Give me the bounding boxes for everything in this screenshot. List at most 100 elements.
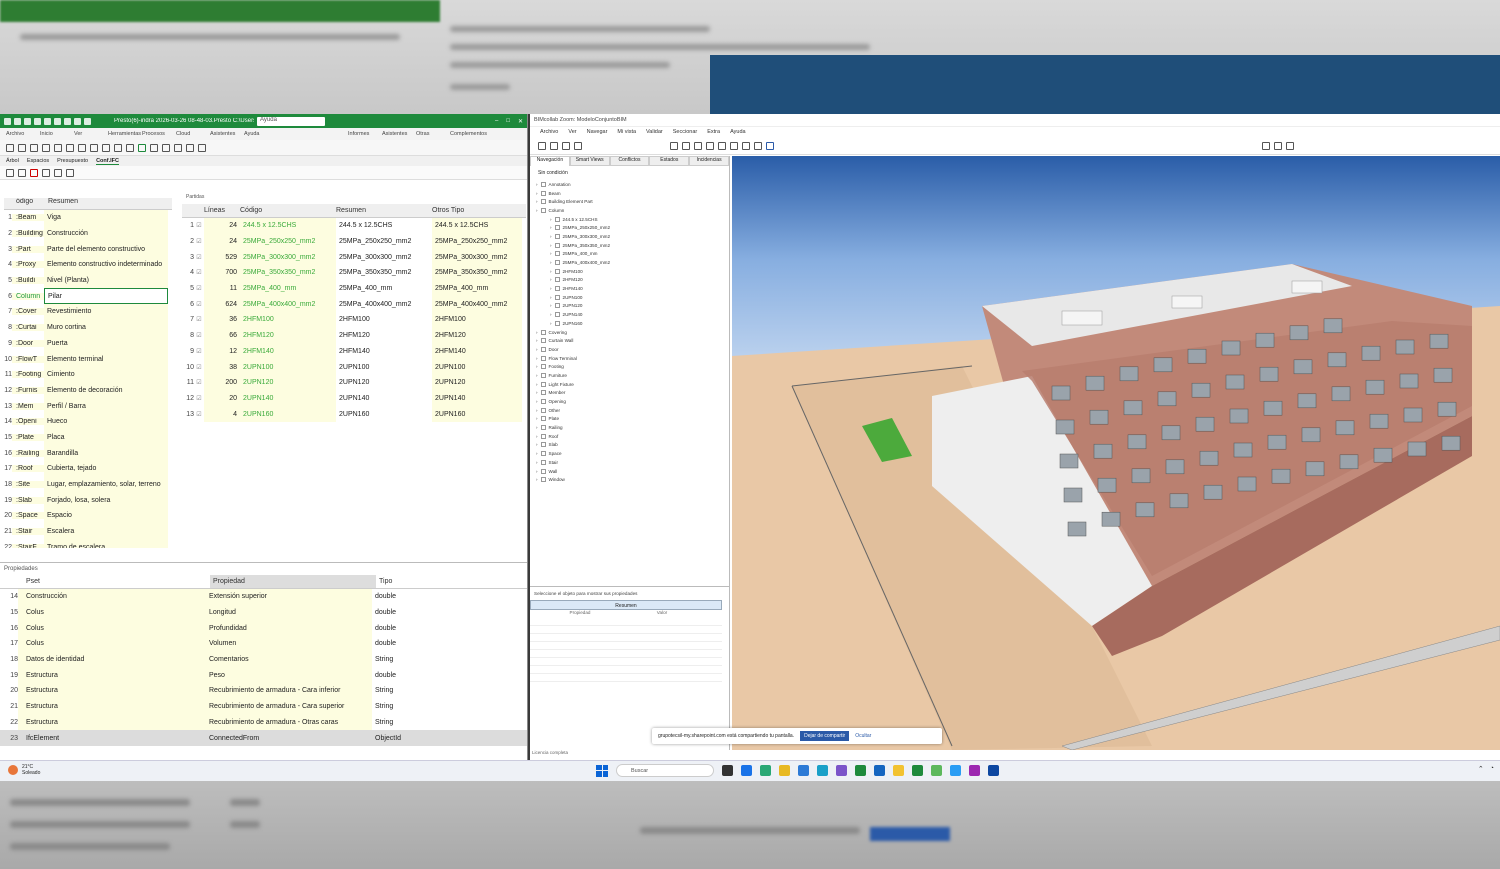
visibility-checkbox[interactable] <box>540 399 546 405</box>
menu-item[interactable]: Asistentes <box>210 131 244 137</box>
expand-icon[interactable]: › <box>536 208 538 213</box>
expand-icon[interactable]: › <box>550 277 552 282</box>
table-row[interactable]: 17 Colus Volumen double <box>0 636 527 652</box>
table-row[interactable]: 19 Estructura Peso double <box>0 667 527 684</box>
table-row[interactable]: 16 Colus Profundidad double <box>0 620 527 637</box>
teams-icon[interactable] <box>836 765 847 776</box>
menu-item[interactable]: Archivo <box>540 129 558 135</box>
tree-item[interactable]: › Curtain Wall <box>536 336 729 345</box>
home-icon[interactable] <box>538 141 546 150</box>
expand-icon[interactable]: › <box>550 286 552 291</box>
cell-summary[interactable]: 2UPN160 <box>336 406 432 422</box>
orbit-icon[interactable] <box>574 141 582 150</box>
visibility-checkbox[interactable] <box>540 459 546 465</box>
menu-item[interactable]: Procesos <box>142 131 176 137</box>
cell-code[interactable]: :Openi <box>12 418 44 426</box>
file-explorer-icon[interactable] <box>779 765 790 776</box>
menu-item[interactable]: Ver <box>74 131 108 137</box>
table-row[interactable]: 4:Proxy Elemento constructivo indetermina… <box>4 257 172 273</box>
cell-summary[interactable]: 2UPN120 <box>336 375 432 391</box>
visibility-checkbox[interactable] <box>540 390 546 396</box>
row-check-icon[interactable]: ☑ <box>194 332 204 339</box>
tree-item[interactable]: › Footing <box>536 362 729 371</box>
close-icon[interactable]: ✕ <box>518 118 523 125</box>
visibility-checkbox[interactable] <box>540 407 546 413</box>
table-row[interactable]: 18 Datos de identidad Comentarios String <box>0 651 527 668</box>
section-icon[interactable] <box>718 141 726 150</box>
row-check-icon[interactable]: ☑ <box>194 364 204 371</box>
cell-summary[interactable]: Nivel (Planta) <box>44 272 168 289</box>
visibility-checkbox[interactable] <box>554 286 560 292</box>
tab-arbol[interactable]: Árbol <box>6 158 19 164</box>
cell-summary[interactable]: Lugar, emplazamiento, solar, terreno <box>44 476 168 493</box>
tree-item[interactable]: › Other <box>536 406 729 415</box>
outlook-icon[interactable] <box>798 765 809 776</box>
tree-item[interactable]: › Flow Terminal <box>536 354 729 363</box>
tree-item[interactable]: › 2HFM120 <box>536 276 729 285</box>
visibility-checkbox[interactable] <box>554 242 560 248</box>
table-row[interactable]: 3 ☑ 529 25MPa_300x300_mm2 25MPa_300x300_mm2 2… <box>182 249 526 266</box>
presto-icon[interactable] <box>912 765 923 776</box>
weather-widget[interactable]: 21°C Soleado <box>8 764 40 776</box>
visibility-checkbox[interactable] <box>554 277 560 283</box>
cell-code[interactable]: 2UPN160 <box>240 406 336 422</box>
redo-icon[interactable] <box>44 117 51 125</box>
cell-code[interactable]: 25MPa_300x300_mm2 <box>240 249 336 266</box>
menu-item[interactable]: Inicio <box>40 131 74 137</box>
cell-code[interactable]: :Stair <box>12 528 44 536</box>
expand-icon[interactable]: › <box>536 382 538 387</box>
cell-summary[interactable]: Parte del elemento constructivo <box>44 241 168 258</box>
cell-pset[interactable]: Datos de identidad <box>18 651 206 668</box>
cell-property[interactable]: Recubrimiento de armadura - Otras caras <box>206 714 372 731</box>
table-icon[interactable] <box>18 168 26 177</box>
cell-pset[interactable]: Colus <box>18 620 206 637</box>
cell-pset[interactable]: Estructura <box>18 683 206 699</box>
next-icon[interactable] <box>74 117 81 125</box>
visibility-checkbox[interactable] <box>540 181 546 187</box>
table-row[interactable]: 12 ☑ 20 2UPN140 2UPN140 2UPN140 <box>182 390 526 407</box>
cell-property[interactable]: Volumen <box>206 636 372 652</box>
cell-type[interactable]: String <box>372 715 512 731</box>
visibility-checkbox[interactable] <box>554 303 560 309</box>
table-row[interactable]: 1 ☑ 24 244.5 x 12.5CHS 244.5 x 12.5CHS 244.5 … <box>182 218 526 234</box>
table-row[interactable]: 6 Column Pilar <box>4 288 172 305</box>
cell-summary[interactable]: 2UPN100 <box>336 359 432 375</box>
cell-summary[interactable]: Barandilla <box>44 445 168 461</box>
cell-property[interactable]: Extensión superior <box>206 589 372 605</box>
cell-type[interactable]: double <box>372 636 512 652</box>
visibility-checkbox[interactable] <box>540 372 546 378</box>
menu-item[interactable]: Informes <box>348 131 382 137</box>
table-row[interactable]: 12:Furnis Elemento de decoración <box>4 382 172 399</box>
cell-summary[interactable]: 25MPa_400x400_mm2 <box>336 296 432 312</box>
fullscreen-icon[interactable] <box>1286 141 1294 150</box>
tree-item[interactable]: › Covering <box>536 328 729 337</box>
cell-pset[interactable]: Construcción <box>18 589 206 605</box>
cell-summary[interactable]: Forjado, losa, solera <box>44 492 168 509</box>
table-row[interactable]: 11 ☑ 200 2UPN120 2UPN120 2UPN120 <box>182 374 526 391</box>
cell-code[interactable]: :StairF <box>12 543 44 548</box>
bimcollab-icon[interactable] <box>988 765 999 776</box>
app-icon[interactable] <box>893 765 904 776</box>
cell-property[interactable]: Recubrimiento de armadura - Cara inferio… <box>206 683 372 699</box>
cell-property[interactable]: ConnectedFrom <box>206 730 372 746</box>
cell-code[interactable]: 244.5 x 12.5CHS <box>240 218 336 234</box>
tree-item[interactable]: › 2UPN140 <box>536 310 729 319</box>
cell-code[interactable]: :Curtai <box>12 324 44 332</box>
tab-estados[interactable]: Estados <box>649 156 690 166</box>
table-row[interactable]: 17:Roof Cubierta, tejado <box>4 461 172 477</box>
cell-summary[interactable]: 25MPa_400_mm <box>336 281 432 297</box>
table-row[interactable]: 5 ☑ 11 25MPa_400_mm 25MPa_400_mm 25MPa_400_mm <box>182 280 526 297</box>
tab-resumen[interactable]: Resumen <box>530 600 722 610</box>
cell-summary[interactable]: Revestimiento <box>44 304 168 320</box>
expand-icon[interactable]: › <box>550 303 552 308</box>
cell-other-type[interactable]: 25MPa_300x300_mm2 <box>432 249 522 266</box>
visibility-checkbox[interactable] <box>540 416 546 422</box>
cell-summary[interactable]: 244.5 x 12.5CHS <box>336 218 432 234</box>
table-row[interactable]: 21 Estructura Recubrimiento de armadura - … <box>0 698 527 715</box>
expand-icon[interactable]: › <box>550 243 552 248</box>
zoom-fit-icon[interactable] <box>694 141 702 150</box>
cell-type[interactable]: String <box>372 699 512 715</box>
cell-code[interactable]: :Building <box>12 230 44 238</box>
tab-incidencias[interactable]: Incidencias <box>689 156 729 166</box>
visibility-checkbox[interactable] <box>540 468 546 474</box>
